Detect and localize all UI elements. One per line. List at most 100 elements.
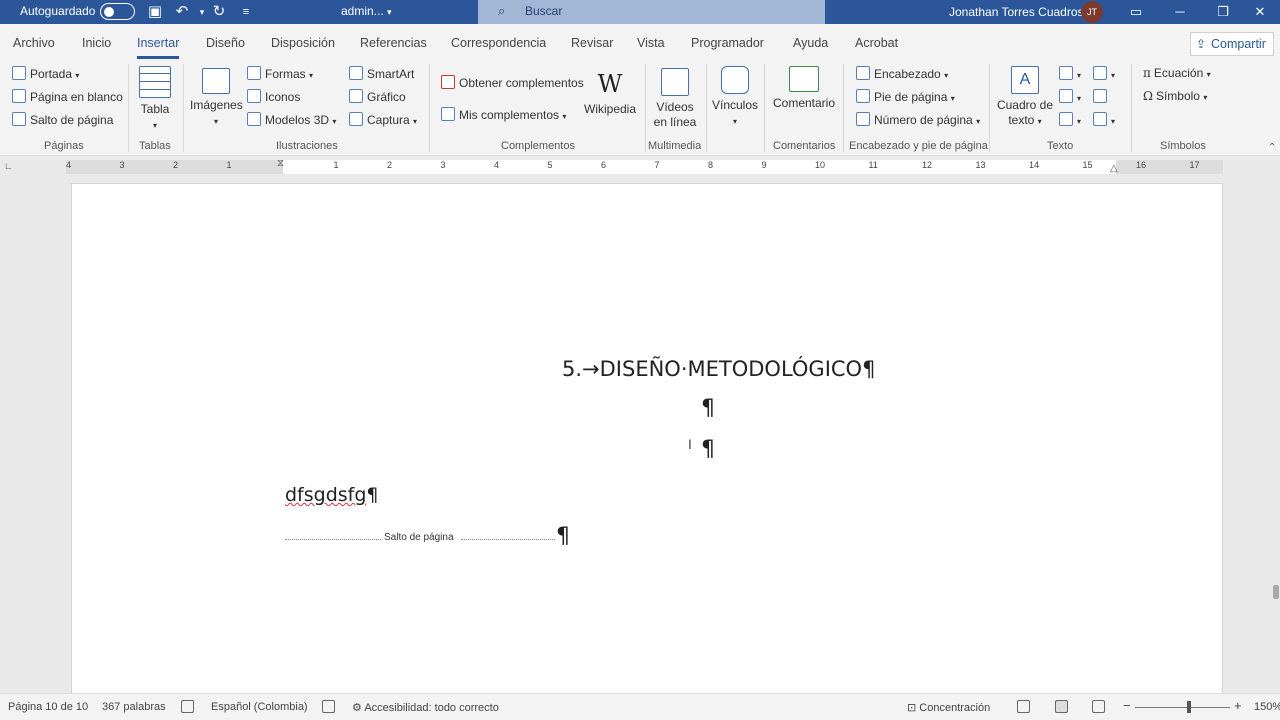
undo-icon[interactable]: ↶ [172,2,192,22]
page-number-button[interactable]: Número de página ▾ [856,112,980,127]
zoom-out-icon[interactable]: − [1123,698,1131,713]
drop-cap-icon [1059,112,1073,126]
search-box[interactable]: ⌕ Buscar [478,0,825,24]
autosave-toggle[interactable] [100,3,135,20]
tab-inicio[interactable]: Inicio [82,36,111,50]
table-button[interactable]: Tabla ▾ [136,66,174,133]
page-break-button[interactable]: Salto de página [12,112,113,127]
ruler-number: 1 [226,160,232,170]
wikipedia-button[interactable]: W Wikipedia [584,66,636,117]
right-indent-marker-icon[interactable]: △ [1110,163,1118,174]
redo-icon[interactable]: ↻ [209,2,229,22]
signature-line-button[interactable]: ▾ [1093,66,1115,81]
tab-referencias[interactable]: Referencias [360,36,427,50]
images-button[interactable]: Imágenes ▾ [190,68,243,129]
tab-selector-icon[interactable]: ∟ [4,161,16,173]
tab-insertar[interactable]: Insertar [137,36,180,59]
macro-icon[interactable] [322,700,335,713]
print-layout-icon[interactable] [1055,700,1068,713]
date-time-button[interactable] [1093,89,1111,104]
comment-button[interactable]: Comentario [772,66,836,111]
word-count[interactable]: 367 palabras [102,701,166,713]
object-button[interactable]: ▾ [1093,112,1115,127]
web-layout-icon[interactable] [1092,700,1105,713]
text-box-icon: A [1011,66,1039,94]
chevron-down-icon: ▾ [213,117,218,126]
restore-icon[interactable]: ❐ [1203,0,1243,24]
chevron-down-icon: ▾ [387,7,392,17]
header-button[interactable]: Encabezado ▾ [856,66,948,81]
tab-disposicion[interactable]: Disposición [271,36,335,50]
indent-marker-icon[interactable]: ⧖ [277,158,284,169]
avatar[interactable]: JT [1081,1,1103,23]
user-name[interactable]: Jonathan Torres Cuadros [949,5,1084,19]
equation-button[interactable]: π Ecuación ▾ [1143,66,1211,80]
paragraph-mark: ¶ [556,524,570,549]
share-button[interactable]: ⇪ Compartir [1190,32,1274,56]
tab-archivo[interactable]: Archivo [13,36,55,50]
tab-diseno[interactable]: Diseño [206,36,245,50]
minimize-icon[interactable]: ─ [1160,0,1200,24]
icons-button[interactable]: Iconos [247,89,300,104]
share-label: Compartir [1211,37,1266,51]
group-divider [843,64,844,152]
accessibility-status[interactable]: ⚙ Accesibilidad: todo correcto [352,701,499,714]
collapse-ribbon-icon[interactable]: ⌃ [1268,142,1276,153]
shapes-button[interactable]: Formas ▾ [247,66,313,81]
vertical-scrollbar[interactable] [1272,177,1280,693]
tab-ayuda[interactable]: Ayuda [793,36,828,50]
smartart-button[interactable]: SmartArt [349,66,414,81]
scrollbar-thumb[interactable] [1273,585,1279,599]
online-video-button[interactable]: Vídeos en línea [652,68,698,130]
ribbon-display-options-icon[interactable]: ▭ [1116,0,1156,24]
close-icon[interactable]: ✕ [1240,0,1280,24]
symbol-button[interactable]: Ω Símbolo ▾ [1143,89,1207,103]
3d-models-button[interactable]: Modelos 3D ▾ [247,112,336,127]
proofing-icon[interactable] [181,700,194,713]
tab-programador[interactable]: Programador [691,36,764,50]
images-label: Imágenes [190,98,243,112]
heading-text[interactable]: 5.→DISEÑO·METODOLÓGICO¶ [562,357,875,381]
quick-parts-button[interactable]: ▾ [1059,66,1081,81]
drop-cap-button[interactable]: ▾ [1059,112,1081,127]
body-text[interactable]: dfsgdsfg¶ [285,484,379,506]
footer-button[interactable]: Pie de página ▾ [856,89,955,104]
ruler-number: 17 [1189,160,1200,170]
wordart-button[interactable]: ▾ [1059,89,1081,104]
tab-vista[interactable]: Vista [637,36,665,50]
save-icon[interactable]: ▣ [145,2,165,22]
language[interactable]: Español (Colombia) [211,701,308,713]
customize-toolbar-icon[interactable]: ≡ [236,2,256,22]
get-addins-button[interactable]: Obtener complementos [441,75,584,90]
blank-page-button[interactable]: Página en blanco [12,89,123,104]
read-mode-icon[interactable] [1017,700,1030,713]
document-title[interactable]: admin... ▾ [341,4,392,18]
horizontal-ruler[interactable]: ∟ 4 3 2 1 1 2 3 4 5 6 7 8 9 10 11 12 13 14 15 16 17 ⧖ △ [0,157,1280,177]
ruler-number: 9 [761,160,767,170]
chart-button[interactable]: Gráfico [349,89,406,104]
document-area: 5.→DISEÑO·METODOLÓGICO¶ ¶ ¶ I dfsgdsfg¶ … [0,177,1272,693]
signature-icon [1093,66,1107,80]
my-addins-button[interactable]: Mis complementos ▾ [441,107,566,122]
symbol-label: Símbolo [1155,89,1200,103]
tab-correspondencia[interactable]: Correspondencia [451,36,546,50]
zoom-slider-thumb[interactable] [1187,701,1191,713]
comment-label: Comentario [772,96,836,110]
text-box-button[interactable]: A Cuadro de texto ▾ [996,66,1054,129]
portada-button[interactable]: Portada ▾ [12,66,79,81]
zoom-level[interactable]: 150% [1254,701,1280,713]
screenshot-button[interactable]: Captura ▾ [349,112,417,127]
tab-acrobat[interactable]: Acrobat [855,36,898,50]
page-break-line [285,539,381,540]
comment-icon [789,66,819,92]
focus-mode-button[interactable]: ⊡ Concentración [907,701,990,714]
page-count[interactable]: Página 10 de 10 [8,701,88,713]
zoom-in-icon[interactable]: + [1234,698,1242,713]
paragraph-mark: ¶ [701,396,715,421]
document-page[interactable]: 5.→DISEÑO·METODOLÓGICO¶ ¶ ¶ I dfsgdsfg¶ … [71,183,1223,693]
links-button[interactable]: Vínculos ▾ [712,66,758,129]
blank-page-icon [12,89,26,103]
tab-revisar[interactable]: Revisar [571,36,613,50]
chevron-down-icon: ▾ [1206,70,1211,79]
zoom-slider[interactable] [1135,707,1230,708]
